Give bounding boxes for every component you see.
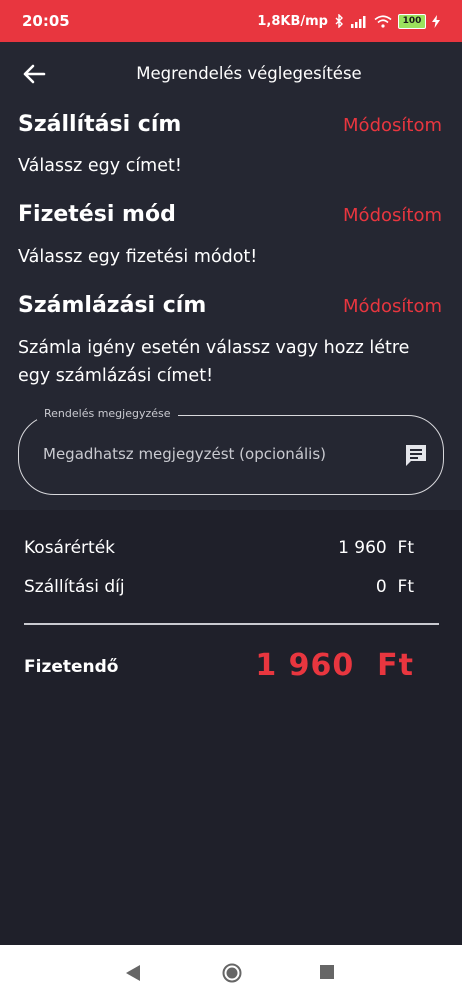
shipping-modify-link[interactable]: Módosítom bbox=[343, 115, 442, 136]
cart-value-amount: 1 960 Ft bbox=[338, 538, 414, 558]
nav-home-icon[interactable] bbox=[222, 963, 242, 983]
summary-divider bbox=[24, 623, 439, 625]
order-note-label: Rendelés megjegyzése bbox=[37, 407, 178, 420]
status-icons: 1,8KB/mp 100 bbox=[257, 13, 440, 29]
nav-back-icon[interactable] bbox=[124, 964, 142, 982]
order-note-field[interactable]: Rendelés megjegyzése Megadhatsz megjegyz… bbox=[18, 407, 444, 495]
order-details-panel: Megrendelés véglegesítése Szállítási cím… bbox=[0, 42, 462, 510]
app-header: Megrendelés véglegesítése bbox=[0, 42, 462, 106]
system-nav-bar bbox=[0, 945, 462, 1000]
billing-modify-link[interactable]: Módosítom bbox=[343, 296, 442, 317]
status-time: 20:05 bbox=[22, 12, 70, 30]
shipping-fee-amount: 0 Ft bbox=[375, 577, 414, 597]
wifi-icon bbox=[374, 14, 392, 28]
shipping-fee-row: Szállítási díj 0 Ft bbox=[24, 577, 414, 597]
message-icon bbox=[406, 445, 426, 466]
cart-value-row: Kosárérték 1 960 Ft bbox=[24, 538, 414, 558]
battery-icon: 100 bbox=[398, 13, 426, 29]
status-bar: 20:05 1,8KB/mp 100 bbox=[0, 0, 462, 42]
network-speed: 1,8KB/mp bbox=[257, 13, 328, 29]
bluetooth-icon bbox=[335, 14, 343, 28]
shipping-title: Szállítási cím bbox=[18, 112, 182, 137]
shipping-fee-label: Szállítási díj bbox=[24, 577, 125, 597]
order-note-input[interactable]: Megadhatsz megjegyzést (opcionális) bbox=[43, 445, 326, 463]
payment-modify-link[interactable]: Módosítom bbox=[343, 205, 442, 226]
shipping-text: Válassz egy címet! bbox=[18, 156, 182, 176]
charging-icon bbox=[432, 14, 440, 28]
cart-value-label: Kosárérték bbox=[24, 538, 116, 558]
page-title: Megrendelés véglegesítése bbox=[136, 64, 362, 83]
payment-text: Válassz egy fizetési módot! bbox=[18, 247, 258, 267]
signal-icon bbox=[351, 15, 366, 28]
nav-recents-icon[interactable] bbox=[320, 965, 334, 979]
billing-text: Számla igény esetén válassz vagy hozz lé… bbox=[18, 338, 410, 386]
payment-title: Fizetési mód bbox=[18, 202, 176, 227]
billing-title: Számlázási cím bbox=[18, 293, 207, 318]
total-amount: 1 960 Ft bbox=[255, 648, 414, 683]
total-label: Fizetendő bbox=[24, 657, 119, 677]
